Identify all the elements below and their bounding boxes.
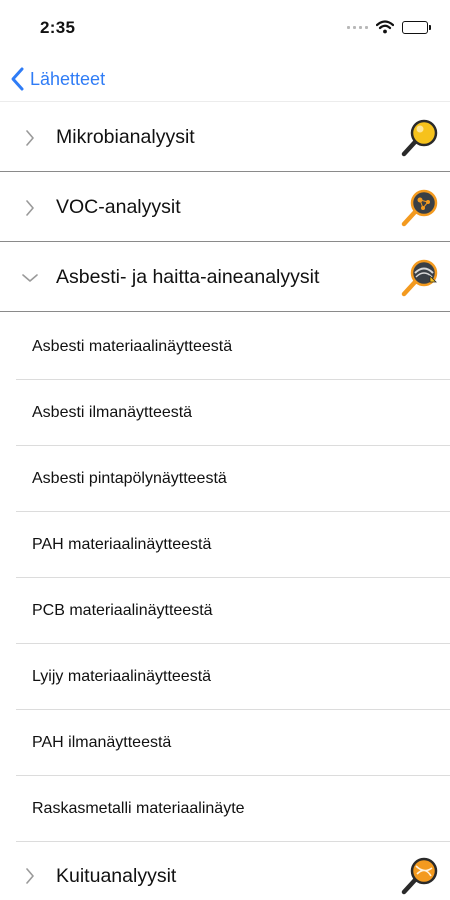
list-item-label: PCB materiaalinäytteestä	[32, 602, 213, 619]
list-item-label: Lyijy materiaalinäytteestä	[32, 668, 212, 685]
chevron-right-icon	[22, 200, 38, 216]
chevron-right-icon	[22, 868, 38, 884]
section-label: Mikrobianalyysit	[56, 126, 195, 148]
list-item[interactable]: PAH materiaalinäytteestä	[0, 512, 450, 578]
magnifier-fiber-icon	[401, 857, 438, 895]
list-item-label: Asbesti materiaalinäytteestä	[32, 338, 233, 355]
chevron-right-icon	[22, 130, 38, 146]
wifi-icon	[376, 20, 394, 34]
chevron-down-icon	[22, 270, 38, 286]
list-item[interactable]: Raskasmetalli materiaalinäyte	[0, 776, 450, 842]
section-voc-analyses[interactable]: VOC-analyysit	[0, 174, 450, 242]
status-indicators	[347, 20, 431, 34]
magnifier-microbe-icon	[401, 119, 438, 156]
list-item-label: PAH materiaalinäytteestä	[32, 536, 212, 553]
section-asbestos-hazardous-analyses[interactable]: Asbesti- ja haitta-aineanalyysit	[0, 244, 450, 312]
list-item-label: PAH ilmanäytteestä	[32, 734, 172, 751]
list-item[interactable]: PAH ilmanäytteestä	[0, 710, 450, 776]
list-item-label: Asbesti ilmanäytteestä	[32, 404, 193, 421]
section-label: Asbesti- ja haitta-aineanalyysit	[56, 266, 320, 288]
back-label: Lähetteet	[30, 68, 106, 89]
navigation-bar: Lähetteet	[0, 58, 450, 102]
list-item[interactable]: Asbesti pintapölynäytteestä	[0, 446, 450, 512]
cellular-signal-icon	[347, 25, 368, 29]
back-button[interactable]: Lähetteet	[10, 66, 105, 92]
status-time: 2:35	[40, 18, 76, 37]
section-label: Kuituanalyysit	[56, 864, 177, 887]
section-fiber-analyses[interactable]: Kuituanalyysit	[0, 842, 450, 900]
magnifier-voc-icon	[401, 189, 438, 226]
list-item[interactable]: Asbesti materiaalinäytteestä	[0, 314, 450, 380]
chevron-left-icon	[11, 67, 24, 91]
magnifier-asbestos-icon	[401, 259, 438, 296]
list-item[interactable]: Lyijy materiaalinäytteestä	[0, 644, 450, 710]
battery-icon	[402, 20, 431, 34]
list-item-label: Raskasmetalli materiaalinäyte	[32, 800, 245, 817]
section-microbe-analyses[interactable]: Mikrobianalyysit	[0, 104, 450, 172]
status-bar: 2:35	[0, 0, 450, 56]
list-item-label: Asbesti pintapölynäytteestä	[32, 470, 227, 487]
list-item[interactable]: Asbesti ilmanäytteestä	[0, 380, 450, 446]
section-label: VOC-analyysit	[56, 196, 181, 218]
list-item[interactable]: PCB materiaalinäytteestä	[0, 578, 450, 644]
